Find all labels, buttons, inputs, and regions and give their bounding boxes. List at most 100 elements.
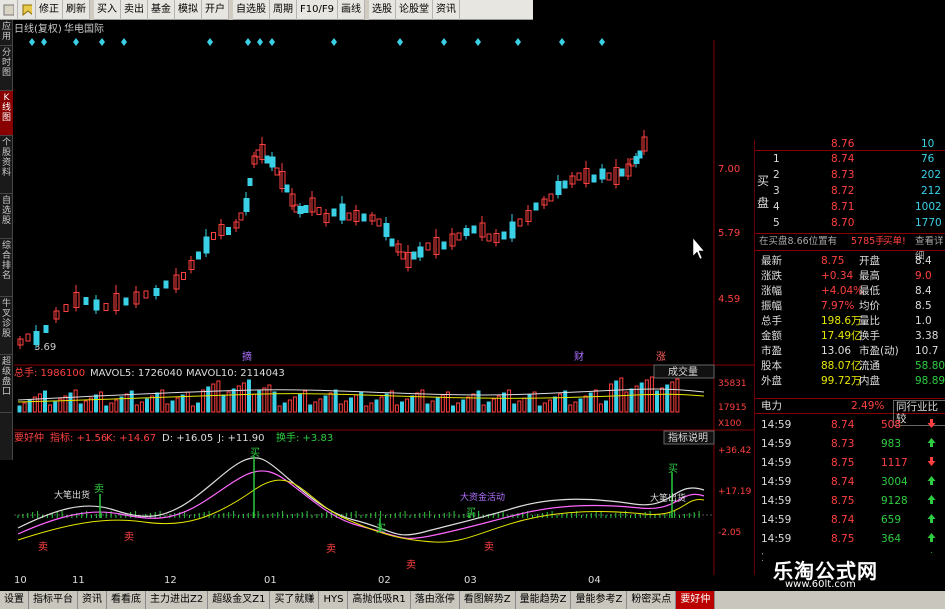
sector-row[interactable]: 电力 2.49% 同行业比较 bbox=[755, 398, 945, 426]
toolbar-stock-picker-button[interactable]: 选股 bbox=[369, 0, 396, 20]
toolbar-refresh-button[interactable]: 刷新 bbox=[63, 0, 90, 20]
bid-row[interactable]: 4 8.71 1002 bbox=[755, 200, 945, 215]
candle-body bbox=[463, 228, 470, 236]
kline-chart-svg[interactable]: 日线(复权) 华电国际 7.00 5.79 4.59 3.69 摘 财 涨 总手… bbox=[14, 20, 754, 575]
quote-row: 总手 198.6万 量比 1.0 bbox=[755, 314, 945, 329]
tab-high-low[interactable]: 高抛低吸R1 bbox=[348, 591, 411, 609]
volume-bar bbox=[231, 388, 236, 413]
indicator-j-value: J: +11.90 bbox=[217, 433, 265, 444]
volume-axis-label: X100 bbox=[718, 419, 742, 429]
signal-diamond-icon bbox=[515, 38, 521, 46]
tab-buy-profit[interactable]: 买了就赚 bbox=[270, 591, 320, 609]
volume-bar bbox=[634, 385, 639, 413]
tab-secret-buy[interactable]: 粉密买点 bbox=[627, 591, 677, 609]
volume-bar bbox=[410, 395, 415, 413]
quote-value: 8.5 bbox=[915, 300, 932, 312]
tab-main-flow[interactable]: 主力进出Z2 bbox=[146, 591, 209, 609]
large-order-alert[interactable]: 在买盘8.66位置有 5785手 买单! 查看详细 bbox=[755, 233, 945, 262]
event-marker[interactable]: 摘 bbox=[242, 350, 252, 363]
sidenav-item-ranking[interactable]: 综合排名 bbox=[0, 239, 13, 297]
tab-golden-cross[interactable]: 超级金叉Z1 bbox=[208, 591, 271, 609]
tab-indicator-platform[interactable]: 指标平台 bbox=[29, 591, 78, 609]
toolbar-sell-button[interactable]: 卖出 bbox=[121, 0, 148, 20]
quote-label: 市盈 bbox=[761, 345, 782, 357]
volume-bar bbox=[165, 403, 170, 413]
kline-chart-area[interactable]: 日线(复权) 华电国际 7.00 5.79 4.59 3.69 摘 财 涨 总手… bbox=[14, 20, 754, 575]
bid-row[interactable]: 2 8.73 202 bbox=[755, 168, 945, 183]
tab-yaohaozhong[interactable]: 要好仲 bbox=[676, 591, 716, 609]
candle-body bbox=[562, 180, 568, 189]
indicator-name-label: 要好仲 bbox=[14, 431, 44, 444]
tab-hys[interactable]: HYS bbox=[319, 591, 349, 609]
tab-volume-trend[interactable]: 量能趋势Z bbox=[516, 591, 572, 609]
tab-settings[interactable]: 设置 bbox=[0, 591, 29, 609]
tick-volume: 1117 bbox=[881, 457, 908, 469]
tab-volume-ref[interactable]: 量能参考Z bbox=[571, 591, 628, 609]
candle-body bbox=[441, 241, 447, 250]
date-tick-label: 04 bbox=[588, 575, 601, 586]
indicator-help-button-label[interactable]: 指标说明 bbox=[668, 431, 708, 444]
quote-label: 换手 bbox=[859, 330, 880, 342]
quote-row: 振幅 7.97% 均价 8.5 bbox=[755, 299, 945, 314]
app-menu-icon[interactable] bbox=[0, 0, 18, 20]
toolbar-open-account-button[interactable]: 开户 bbox=[202, 0, 229, 20]
volume-bar bbox=[374, 399, 379, 413]
candlestick-series bbox=[17, 130, 648, 349]
event-marker[interactable]: 财 bbox=[574, 350, 584, 363]
volume-bar bbox=[400, 401, 404, 413]
tick-time: 14:59 bbox=[761, 476, 792, 488]
sidenav-item-kline[interactable]: K线图 bbox=[0, 91, 13, 136]
sell-marker: 卖 bbox=[38, 541, 48, 553]
candle-body bbox=[339, 203, 346, 221]
tick-row: 14:59 8.74 508 bbox=[755, 418, 945, 433]
sidenav-item-super-board[interactable]: 超级盘口 bbox=[0, 355, 13, 413]
toolbar-simulate-button[interactable]: 模拟 bbox=[175, 0, 202, 20]
toolbar-fix-button[interactable]: 修正 bbox=[36, 0, 63, 20]
bookmark-icon[interactable] bbox=[18, 0, 36, 20]
sector-name: 电力 bbox=[761, 400, 782, 412]
bid-level: 2 bbox=[773, 169, 780, 181]
tab-chart-trend[interactable]: 看图解势Z bbox=[460, 591, 516, 609]
sidenav-item-stock-info[interactable]: 个股资料 bbox=[0, 136, 13, 194]
toolbar-forum-button[interactable]: 论股堂 bbox=[396, 0, 433, 20]
divider bbox=[755, 150, 945, 151]
toolbar-period-button[interactable]: 周期 bbox=[270, 0, 297, 20]
tab-news[interactable]: 资讯 bbox=[78, 591, 107, 609]
volume-bar bbox=[481, 404, 486, 413]
candle-body bbox=[346, 212, 352, 221]
date-axis: 10 11 12 01 02 03 04 bbox=[14, 575, 754, 591]
volume-bar bbox=[466, 396, 471, 413]
candle-body bbox=[509, 221, 516, 239]
toolbar-watchlist-button[interactable]: 自选股 bbox=[233, 0, 270, 20]
bid-row[interactable]: 1 8.74 76 bbox=[755, 152, 945, 167]
toolbar-fund-button[interactable]: 基金 bbox=[148, 0, 175, 20]
toolbar-f10-button[interactable]: F10/F9 bbox=[297, 0, 338, 20]
date-tick-label: 11 bbox=[72, 575, 85, 586]
sidenav-item-watchlist[interactable]: 自选股 bbox=[0, 194, 13, 239]
volume-bar bbox=[201, 389, 206, 413]
buy-marker: 买 bbox=[376, 523, 386, 535]
sidenav-item-apps[interactable]: 应用 bbox=[0, 20, 13, 46]
event-marker[interactable]: 涨 bbox=[656, 351, 666, 363]
volume-indicator-dropdown-label[interactable]: 成交量 bbox=[668, 365, 698, 378]
toolbar-draw-line-button[interactable]: 画线 bbox=[338, 0, 365, 20]
quote-value: 1.0 bbox=[915, 315, 932, 327]
quote-row: 最新 8.75 开盘 8.4 bbox=[755, 254, 945, 269]
bid-row[interactable]: 5 8.70 1770 bbox=[755, 216, 945, 231]
date-tick-label: 12 bbox=[164, 575, 177, 586]
sidenav-item-diagnosis[interactable]: 牛叉诊股 bbox=[0, 297, 13, 355]
volume-bar bbox=[502, 392, 506, 413]
tick-volume: 983 bbox=[881, 438, 902, 450]
tick-time: 14:59 bbox=[761, 438, 792, 450]
sidenav-item-intraday[interactable]: 分时图 bbox=[0, 46, 13, 91]
candle-body bbox=[501, 231, 507, 240]
tab-bottom[interactable]: 看看底 bbox=[107, 591, 146, 609]
toolbar-buy-button[interactable]: 买入 bbox=[94, 0, 121, 20]
sell-marker: 卖 bbox=[484, 541, 494, 553]
buy-marker: 买 bbox=[250, 447, 260, 459]
bid-row[interactable]: 3 8.72 212 bbox=[755, 184, 945, 199]
toolbar-news-button[interactable]: 资讯 bbox=[433, 0, 460, 20]
volume-bar bbox=[604, 400, 608, 413]
tab-limit-up[interactable]: 落由涨停 bbox=[411, 591, 460, 609]
volume-bar bbox=[145, 398, 149, 413]
